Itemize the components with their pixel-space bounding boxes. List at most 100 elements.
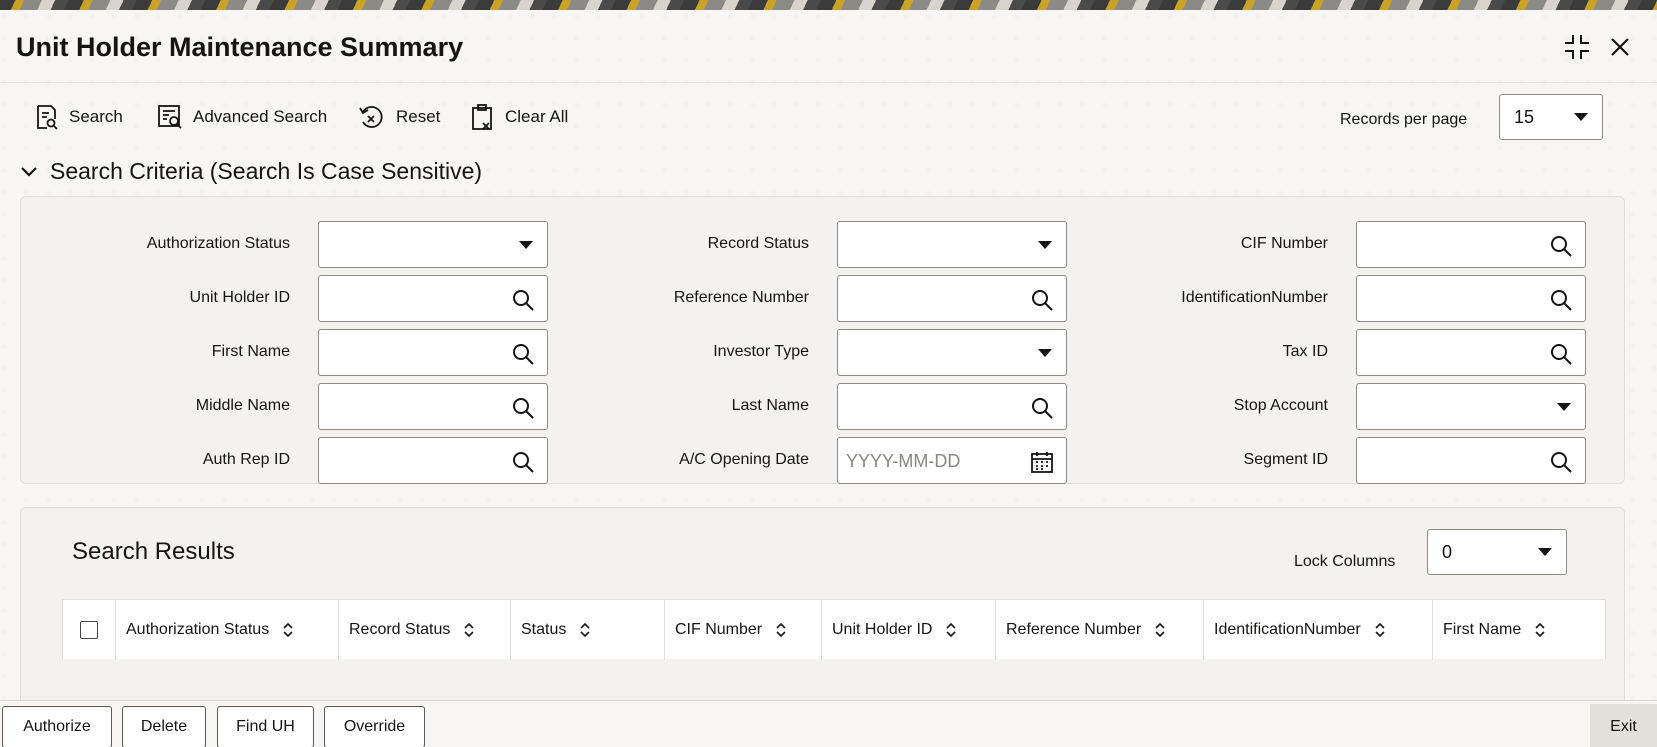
column-label: Reference Number [1006,621,1142,638]
column-header-identification-number[interactable]: IdentificationNumber [1203,600,1432,660]
auth-rep-id-label: Auth Rep ID [202,451,290,468]
results-table-header: Authorization Status Record Status Statu… [62,599,1606,660]
column-header-status[interactable]: Status [510,600,664,660]
middle-name-label: Middle Name [195,397,290,414]
auth-rep-id-field[interactable] [318,437,548,484]
search-icon[interactable] [511,342,535,366]
tax-id-field[interactable] [1356,329,1586,376]
segment-id-label: Segment ID [1243,451,1328,468]
summary-window: Unit Holder Maintenance Summary Search A… [0,10,1657,747]
clear-all-label: Clear All [505,107,569,126]
column-label: Status [521,621,567,638]
close-button[interactable] [1605,32,1635,62]
search-results-panel: Search Results Lock Columns 0 Authorizat… [20,507,1625,707]
override-button[interactable]: Override [324,706,425,747]
chevron-down-icon [1574,113,1588,121]
chevron-down-icon [21,166,37,177]
investor-type-select[interactable] [837,329,1067,376]
authorization-status-select[interactable] [318,221,548,268]
sort-icon [464,623,474,637]
advanced-search-icon [158,105,182,129]
minimize-button[interactable] [1562,32,1592,62]
close-icon [1611,38,1629,56]
date-placeholder: YYYY-MM-DD [846,451,961,471]
lock-columns-select[interactable]: 0 [1427,529,1567,575]
investor-type-label: Investor Type [713,343,809,360]
delete-button[interactable]: Delete [122,706,206,747]
chevron-down-icon [1538,548,1552,556]
sort-icon [1375,623,1385,637]
records-per-page-select[interactable]: 15 [1499,94,1603,140]
column-label: Record Status [349,621,451,638]
cif-number-label: CIF Number [1240,235,1328,252]
search-icon[interactable] [1549,450,1573,474]
collapse-icon [1565,35,1589,59]
search-criteria-title: Search Criteria (Search Is Case Sensitiv… [50,158,483,184]
search-icon[interactable] [1030,396,1054,420]
reset-button[interactable]: Reset [358,102,440,132]
lock-columns-label: Lock Columns [1294,553,1396,570]
sort-icon [946,623,957,637]
find-uh-button[interactable]: Find UH [217,706,314,747]
chevron-down-icon [1038,348,1052,357]
advanced-search-button[interactable]: Advanced Search [157,102,327,132]
record-status-label: Record Status [707,235,809,252]
search-icon[interactable] [1549,342,1573,366]
search-icon[interactable] [511,450,535,474]
column-label: IdentificationNumber [1214,621,1361,638]
authorize-button[interactable]: Authorize [2,706,112,747]
stop-account-select[interactable] [1356,383,1586,430]
column-label: CIF Number [675,621,763,638]
column-header-first-name[interactable]: First Name [1432,600,1605,660]
first-name-label: First Name [211,343,290,360]
records-per-page-value: 15 [1514,106,1535,127]
record-status-select[interactable] [837,221,1067,268]
chevron-down-icon [1557,402,1571,411]
decorative-header-strip [0,0,1657,10]
ac-opening-date-label: A/C Opening Date [679,451,809,468]
identification-number-label: IdentificationNumber [1181,289,1328,306]
sort-icon [283,623,293,637]
title-divider [0,82,1657,83]
select-all-checkbox[interactable] [80,621,98,639]
cif-number-field[interactable] [1356,221,1586,268]
column-header-unit-holder-id[interactable]: Unit Holder ID [821,600,995,660]
middle-name-field[interactable] [318,383,548,430]
ac-opening-date-field[interactable]: YYYY-MM-DD [837,437,1067,484]
last-name-field[interactable] [837,383,1067,430]
search-icon[interactable] [1030,288,1054,312]
tax-id-label: Tax ID [1282,343,1328,360]
search-icon[interactable] [1549,288,1573,312]
sort-icon [776,623,786,637]
chevron-down-icon [1038,240,1052,249]
column-header-cif-number[interactable]: CIF Number [664,600,821,660]
column-label: Unit Holder ID [832,621,933,638]
last-name-label: Last Name [731,397,809,414]
identification-number-field[interactable] [1356,275,1586,322]
sort-icon [1155,623,1165,637]
search-criteria-toggle[interactable]: Search Criteria (Search Is Case Sensitiv… [20,158,482,185]
search-button[interactable]: Search [35,102,123,132]
first-name-field[interactable] [318,329,548,376]
calendar-icon[interactable] [1030,450,1054,474]
reset-label: Reset [396,107,441,126]
search-icon[interactable] [511,396,535,420]
segment-id-field[interactable] [1356,437,1586,484]
column-header-reference-number[interactable]: Reference Number [995,600,1203,660]
reference-number-field[interactable] [837,275,1067,322]
column-header-authorization-status[interactable]: Authorization Status [115,600,338,660]
advanced-search-label: Advanced Search [193,107,328,126]
search-icon[interactable] [1549,234,1573,258]
column-label: First Name [1443,621,1522,638]
reset-icon [359,106,383,128]
authorization-status-label: Authorization Status [146,235,290,252]
clear-all-button[interactable]: Clear All [471,102,568,132]
unit-holder-id-field[interactable] [318,275,548,322]
lock-columns-value: 0 [1442,541,1453,562]
search-icon[interactable] [511,288,535,312]
exit-button[interactable]: Exit [1590,704,1657,747]
column-header-record-status[interactable]: Record Status [338,600,510,660]
chevron-down-icon [519,240,533,249]
page-title: Unit Holder Maintenance Summary [16,32,464,62]
search-button-label: Search [69,107,123,126]
